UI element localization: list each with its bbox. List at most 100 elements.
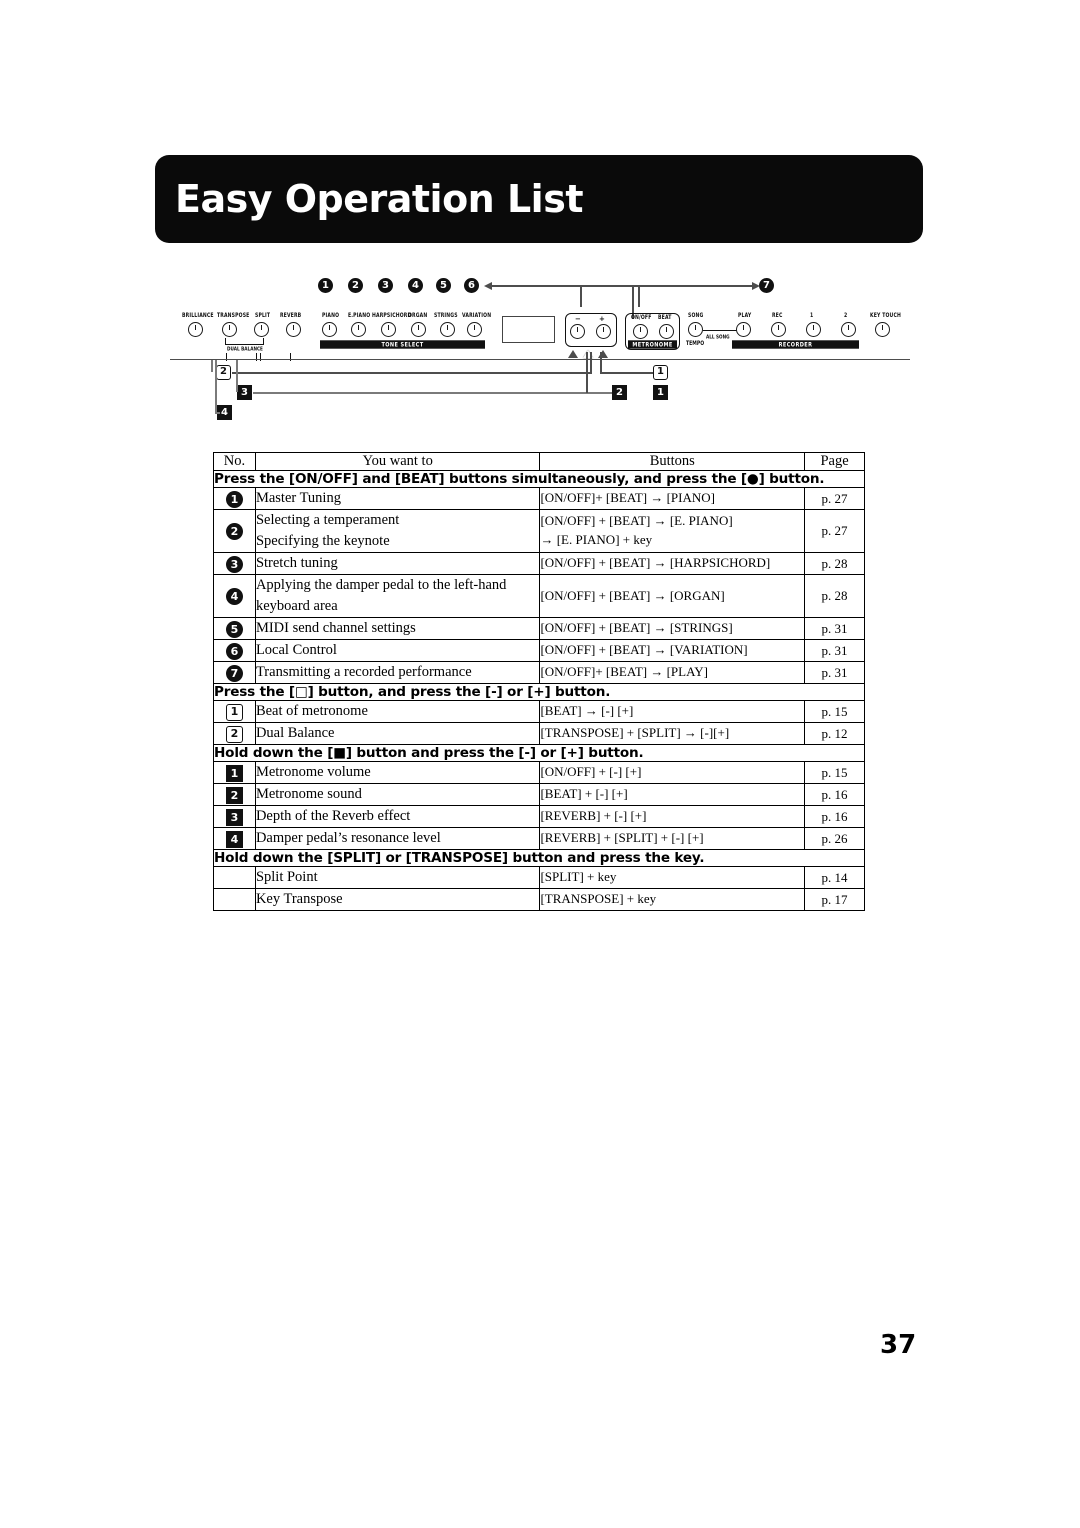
knob-label-track2: 2 [844, 313, 848, 320]
knob-plus[interactable] [596, 324, 611, 339]
row-page-reference[interactable]: p. 15 [804, 700, 865, 724]
knob-label-epiano: E.PIANO [348, 313, 371, 320]
row-page-reference[interactable]: p. 16 [804, 805, 865, 829]
callout-circle-2: 2 [348, 278, 363, 293]
row-number-badge: 1 [225, 764, 243, 782]
row-number-cell: 1 [213, 761, 256, 785]
row-page-reference[interactable]: p. 27 [804, 509, 865, 554]
label-tone-select: TONE SELECT [320, 340, 485, 349]
table-row: 4 Damper pedal’s resonance level [REVERB] … [213, 827, 865, 851]
row-description: Beat of metronome [254, 700, 541, 724]
row-number-badge: 7 [225, 664, 243, 682]
page-number: 37 [880, 1330, 917, 1360]
knob-metronome-onoff[interactable] [633, 324, 648, 339]
section-heading-row: Press the [□] button, and press the [-] … [213, 683, 865, 702]
knob-key-touch[interactable] [875, 322, 890, 337]
knob-track1[interactable] [806, 322, 821, 337]
table-row: 2 Metronome sound [BEAT] + [-] [+] p. 16 [213, 783, 865, 807]
table-header-row: No. You want to Buttons Page [213, 452, 865, 471]
label-recorder: RECORDER [732, 340, 859, 349]
row-number-badge: 1 [225, 704, 243, 722]
row-page-reference[interactable]: p. 31 [804, 661, 865, 685]
section-heading: Press the [□] button, and press the [-] … [213, 683, 865, 702]
table-row: 6 Local Control [ON/OFF] + [BEAT] → [VARIA… [213, 639, 865, 663]
row-page-reference[interactable]: p. 31 [804, 639, 865, 663]
knob-label-split: SPLIT [255, 313, 271, 320]
callout-7-arrow [580, 282, 760, 289]
label-metronome: METRONOME [628, 340, 677, 349]
row-page-reference[interactable]: p. 31 [804, 617, 865, 641]
knob-epiano[interactable] [351, 322, 366, 337]
knob-metronome-beat[interactable] [659, 324, 674, 339]
knob-split[interactable] [254, 322, 269, 337]
row-buttons: [ON/OFF]+ [BEAT] → [PLAY] [539, 661, 806, 685]
row-description: Damper pedal’s resonance level [254, 827, 541, 851]
table-row: 7 Transmitting a recorded performance [ON/… [213, 661, 865, 685]
row-number-cell: 6 [213, 639, 256, 663]
row-buttons: [ON/OFF] + [BEAT] → [STRINGS] [539, 617, 806, 641]
table-header: No. You want to Buttons Page [213, 452, 865, 471]
knob-organ[interactable] [411, 322, 426, 337]
row-page-reference[interactable]: p. 26 [804, 827, 865, 851]
row-page-reference[interactable]: p. 14 [804, 866, 865, 890]
row-number-cell: 3 [213, 552, 256, 576]
callout-circle-4: 4 [408, 278, 423, 293]
callout-3-line [253, 392, 613, 394]
knob-label-strings: STRINGS [434, 313, 458, 320]
row-description: Split Point [254, 866, 541, 890]
knob-minus[interactable] [570, 324, 585, 339]
arrow-up-minus [568, 350, 578, 358]
row-page-reference[interactable]: p. 28 [804, 552, 865, 576]
row-page-reference[interactable]: p. 17 [804, 888, 865, 912]
row-description: Transmitting a recorded performance [254, 661, 541, 685]
callout-circle-7: 7 [759, 278, 774, 293]
label-all-song: ALL SONG [706, 333, 730, 340]
knob-harpsichord[interactable] [381, 322, 396, 337]
row-buttons: [TRANSPOSE] + [SPLIT] → [-][+] [539, 722, 806, 746]
knob-transpose[interactable] [222, 322, 237, 337]
row-description: Master Tuning [254, 486, 541, 511]
row-buttons: [ON/OFF] + [BEAT] → [VARIATION] [539, 639, 806, 663]
knob-song[interactable] [688, 322, 703, 337]
knob-label-variation: VARIATION [462, 313, 492, 320]
section-heading: Hold down the [SPLIT] or [TRANSPOSE] but… [213, 849, 865, 868]
knob-label-play: PLAY [738, 313, 752, 320]
knob-variation[interactable] [467, 322, 482, 337]
knob-reverb[interactable] [286, 322, 301, 337]
row-number-cell: 2 [213, 509, 256, 554]
row-page-reference[interactable]: p. 28 [804, 574, 865, 619]
knob-strings[interactable] [440, 322, 455, 337]
knob-play[interactable] [736, 322, 751, 337]
knob-piano[interactable] [322, 322, 337, 337]
callout-circle-1: 1 [318, 278, 333, 293]
knob-label-track1: 1 [810, 313, 814, 320]
callout-square-3: 3 [237, 385, 252, 400]
callout-1-riser [600, 352, 603, 373]
row-description: Local Control [254, 639, 541, 663]
row-page-reference[interactable]: p. 16 [804, 783, 865, 807]
callout-1-line [600, 372, 654, 375]
row-number-cell: 2 [213, 783, 256, 807]
row-number-cell: 1 [213, 486, 256, 511]
row-number-badge: 2 [225, 726, 243, 744]
knob-label-harpsichord: HARPSICHORD [372, 313, 412, 320]
table-row: 2 Dual Balance [TRANSPOSE] + [SPLIT] → [-]… [213, 722, 865, 746]
callout-2-riser-left [211, 360, 213, 372]
display-panel [502, 316, 555, 343]
knob-rec[interactable] [771, 322, 786, 337]
row-buttons: [ON/OFF] + [BEAT] → [ORGAN] [539, 574, 806, 619]
panel-baseline [170, 359, 910, 361]
knob-label-song: SONG [688, 313, 704, 320]
row-number-badge: 1 [225, 490, 243, 508]
callout-7-stem-left [580, 285, 582, 307]
knob-brilliance[interactable] [188, 322, 203, 337]
callout-circle-5: 5 [436, 278, 451, 293]
row-page-reference[interactable]: p. 27 [804, 486, 865, 511]
row-page-reference[interactable]: p. 12 [804, 722, 865, 746]
row-description: Metronome sound [254, 783, 541, 807]
row-number-cell: 2 [213, 722, 256, 746]
header-page: Page [804, 452, 865, 471]
row-description: Selecting a temperament Specifying the ke… [254, 509, 541, 554]
knob-track2[interactable] [841, 322, 856, 337]
row-page-reference[interactable]: p. 15 [804, 761, 865, 785]
